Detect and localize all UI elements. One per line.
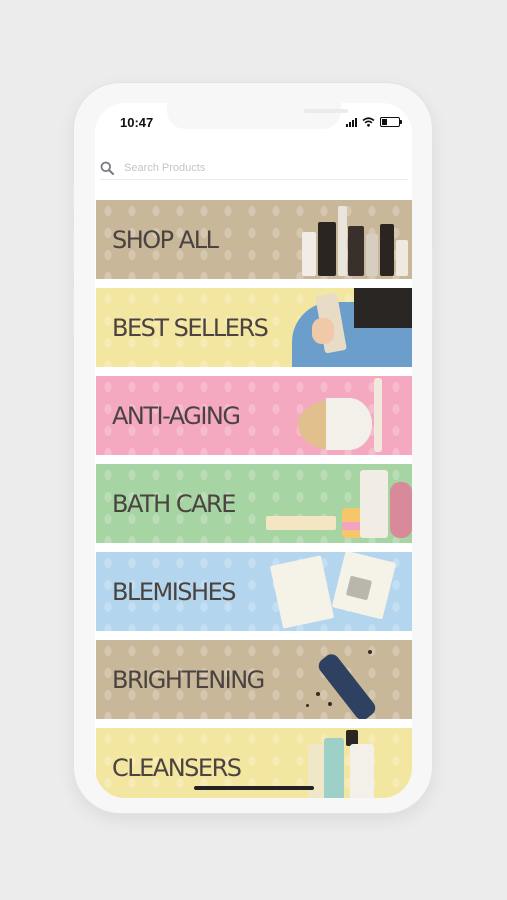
category-banner-shop-all[interactable]: SHOP ALL (96, 200, 412, 279)
category-label: BRIGHTENING (112, 665, 265, 694)
category-label: ANTI-AGING (112, 401, 241, 430)
power-button (432, 248, 435, 320)
category-banner-best-sellers[interactable]: BEST SELLERS (96, 288, 412, 367)
category-banner-anti-aging[interactable]: ANTI-AGING (96, 376, 412, 455)
category-label: BATH CARE (112, 489, 236, 518)
category-label: SHOP ALL (112, 225, 219, 254)
battery-icon (380, 117, 402, 127)
mute-switch (71, 185, 74, 211)
notch (167, 103, 348, 129)
category-banner-brightening[interactable]: BRIGHTENING (96, 640, 412, 719)
home-indicator[interactable] (194, 786, 314, 790)
category-label: BLEMISHES (112, 577, 236, 606)
category-banner-blemishes[interactable]: BLEMISHES (96, 552, 412, 631)
status-time: 10:47 (120, 115, 154, 130)
category-label: CLEANSERS (112, 753, 242, 782)
search-input[interactable] (122, 161, 386, 175)
category-list: SHOP ALL BEST SELLERS ANTI-AGING BATH CA… (96, 200, 412, 798)
wifi-icon (362, 117, 375, 127)
category-label: BEST SELLERS (112, 313, 269, 342)
search-bar[interactable] (100, 157, 408, 180)
volume-down-button (71, 288, 74, 336)
app-screen: 10:47 SHOP ALL (95, 103, 412, 798)
search-icon (100, 161, 114, 175)
volume-up-button (71, 228, 74, 276)
signal-icon (346, 117, 357, 127)
category-banner-bath-care[interactable]: BATH CARE (96, 464, 412, 543)
status-icons (346, 117, 402, 127)
